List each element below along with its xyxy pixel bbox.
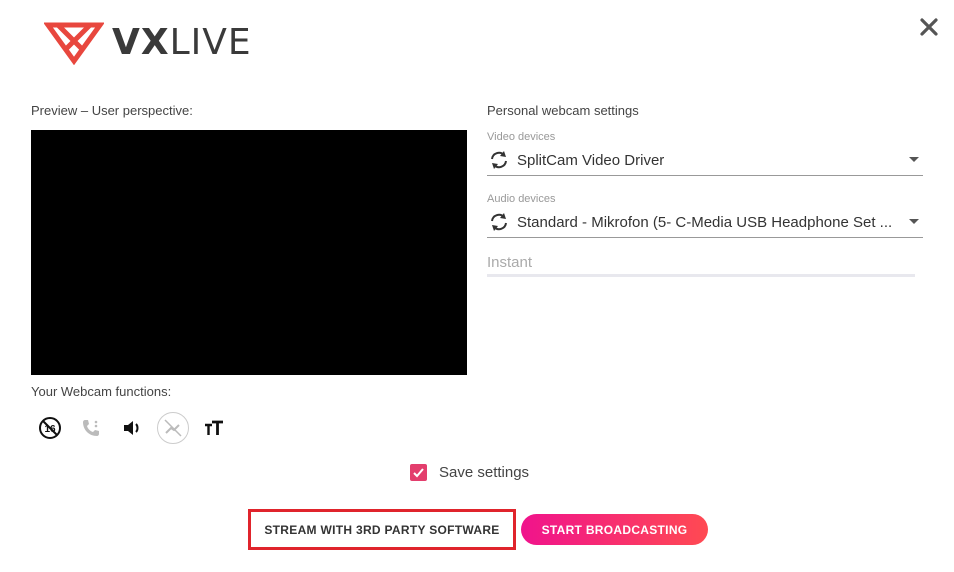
stream-3rd-party-button[interactable]: STREAM WITH 3RD PARTY SOFTWARE [248, 509, 516, 550]
no-tip-button[interactable] [157, 412, 189, 444]
switch-audio-icon [491, 213, 507, 231]
start-broadcasting-label: START BROADCASTING [541, 522, 688, 537]
switch-camera-icon [491, 151, 507, 169]
logo-text: VXLIVE [112, 22, 252, 63]
phone-muted-button[interactable] [75, 412, 107, 444]
webcam-preview [31, 130, 467, 375]
vxlive-logo: VXLIVE [44, 20, 252, 66]
close-button[interactable] [914, 12, 944, 42]
settings-title: Personal webcam settings [487, 103, 639, 118]
volume-icon [124, 421, 139, 435]
chevron-down-icon [909, 219, 919, 224]
age-16-icon: 16 [39, 417, 61, 439]
video-devices-select[interactable]: SplitCam Video Driver [487, 145, 923, 176]
checkmark-icon [413, 468, 424, 478]
age-16-button[interactable]: 16 [34, 412, 66, 444]
save-settings-checkbox[interactable] [410, 464, 427, 481]
no-tip-icon [164, 419, 182, 437]
chevron-down-icon [909, 157, 919, 162]
save-settings-row: Save settings [410, 464, 529, 481]
text-size-button[interactable] [198, 412, 230, 444]
audio-devices-select[interactable]: Standard - Mikrofon (5- C-Media USB Head… [487, 207, 923, 238]
video-device-value: SplitCam Video Driver [517, 151, 665, 169]
text-size-icon [205, 420, 223, 435]
audio-devices-caption: Audio devices [487, 193, 556, 205]
volume-button[interactable] [116, 412, 148, 444]
start-broadcasting-button[interactable]: START BROADCASTING [521, 514, 708, 545]
webcam-functions-label: Your Webcam functions: [31, 384, 172, 399]
stream-3rd-party-label: STREAM WITH 3RD PARTY SOFTWARE [264, 522, 500, 537]
instant-field[interactable]: Instant [487, 254, 915, 277]
audio-device-value: Standard - Mikrofon (5- C-Media USB Head… [517, 213, 893, 231]
phone-muted-icon [83, 420, 99, 436]
video-devices-caption: Video devices [487, 131, 556, 143]
close-icon [920, 18, 938, 36]
webcam-functions-toolbar: 16 [34, 412, 239, 444]
preview-label: Preview – User perspective: [31, 103, 193, 118]
save-settings-label: Save settings [439, 464, 530, 481]
vx-logo-icon [44, 22, 104, 65]
